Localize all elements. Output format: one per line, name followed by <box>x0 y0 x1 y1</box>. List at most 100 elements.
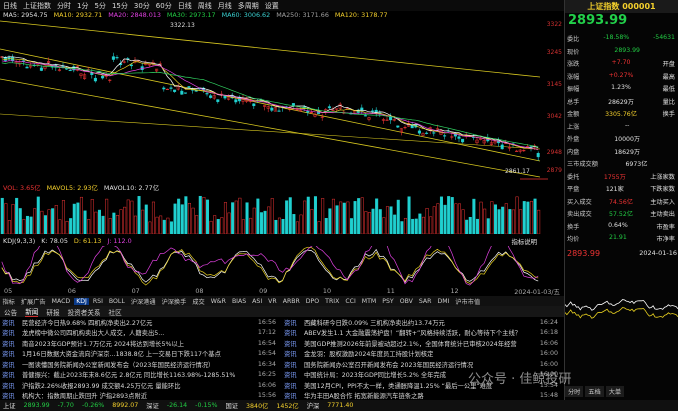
price-tick: 3145 <box>546 81 562 88</box>
quote-tab[interactable]: 分时 <box>565 385 584 397</box>
news-row[interactable]: 资讯 沪指跌2.26%收报2893.99 成交额4.25万亿元 量能环比 16:06 <box>0 380 280 391</box>
indicator-tab[interactable]: PSY <box>380 298 396 305</box>
toolbar-item[interactable]: 日线 <box>178 1 192 11</box>
indicator-tab[interactable]: 沪深换手 <box>159 297 189 306</box>
news-title[interactable]: 华为丰田A股合作 拓宽新能源汽车链条之路 <box>304 391 536 400</box>
indicator-tab[interactable]: 扩展广告 <box>18 297 48 306</box>
volume-bar <box>364 211 368 234</box>
news-title[interactable]: 西藏科研今日跌0.09% 三机构净卖出约13.74万元 <box>304 318 536 327</box>
quote-tab[interactable]: 五档 <box>585 385 604 397</box>
news-title[interactable]: 龙虎榜中微公司四机构卖出大人成交，人籍卖出5... <box>22 328 254 337</box>
indicator-tab[interactable]: ASI <box>250 298 265 305</box>
toolbar-item[interactable]: 多周期 <box>238 1 259 11</box>
toolbar-item[interactable]: 1分 <box>77 1 88 11</box>
indicator-tab[interactable]: W&R <box>208 298 228 305</box>
news-row[interactable]: 资讯 民营经济今日热9.68% 四机构净卖出2.27亿元 16:56 <box>0 317 280 328</box>
volume-bar <box>4 203 8 234</box>
volume-bar <box>54 205 58 234</box>
indicator-tab[interactable]: 成交 <box>190 297 207 306</box>
candle-body <box>169 87 173 89</box>
status-item: 2893.99 <box>23 402 50 409</box>
toolbar-item[interactable]: 月线 <box>218 1 232 11</box>
news-title[interactable]: 沪指跌2.26%收报2893.99 成交额4.25万亿元 量能环比 <box>22 381 254 390</box>
news-title[interactable]: 1月16日数据大资金流向沪深京...1838.8亿 上一交易日下跌117个基点 <box>22 349 254 358</box>
indicator-tab[interactable]: DPO <box>303 298 321 305</box>
indicator-tab[interactable]: 沪市市值 <box>453 297 483 306</box>
news-row[interactable]: 资讯 金龙羽：股权激励2024年度员工持股计划核定 16:00 <box>282 349 562 360</box>
indicator-tab[interactable]: 指标 <box>0 297 17 306</box>
news-title[interactable]: 一图读懂国务院新闻办公室新闻发布会（2023年国民经济运行情况） <box>22 360 254 369</box>
news-source: 资讯 <box>2 351 15 359</box>
news-time: 15:56 <box>257 392 276 400</box>
indicator-tab[interactable]: ARBR <box>280 298 302 305</box>
toolbar-item[interactable]: 分时 <box>57 1 71 11</box>
candlestick-chart[interactable]: 3322.13 2861.17 <box>0 19 564 184</box>
toolbar-item[interactable]: 60分 <box>156 1 172 11</box>
news-tab[interactable]: 新闻 <box>25 306 39 317</box>
indicator-tab[interactable]: VR <box>266 298 280 305</box>
indicator-tab[interactable]: BIAS <box>229 298 248 305</box>
indicator-tab[interactable]: TRIX <box>323 298 342 305</box>
volume-bar <box>292 214 296 234</box>
news-title[interactable]: 美国GDP推测2026年前景被动超过2.1%，全国体育统计已审核2024年经营 <box>304 339 536 348</box>
channel-line <box>0 48 541 162</box>
news-row[interactable]: 资讯 ABEV发生1.1 大金融震荡护盘！“翻转+”风格持续活跃，耐心等待下个主线… <box>282 328 562 339</box>
volume-bar <box>166 217 170 234</box>
news-title[interactable]: 南音2023年GDP预计1.7万亿元 2024将达到增长5%以上 <box>22 339 254 348</box>
indicator-tab[interactable]: MACD <box>49 298 73 305</box>
volume-bar <box>133 215 137 234</box>
news-tab[interactable]: 公告 <box>4 307 17 317</box>
volume-bar <box>7 220 11 234</box>
indicator-tab[interactable]: BOLL <box>106 298 127 305</box>
indicator-tab[interactable]: RSI <box>90 298 105 305</box>
news-row[interactable]: 资讯 1月16日数据大资金流向沪深京...1838.8亿 上一交易日下跌117个基… <box>0 349 280 360</box>
quote-value: 121家 <box>605 186 624 193</box>
news-tab[interactable]: 社区 <box>109 307 122 317</box>
news-row[interactable]: 资讯 龙虎榜中微公司四机构卖出大人成交，人籍卖出5... 17:12 <box>0 328 280 339</box>
news-title[interactable]: ABEV发生1.1 大金融震荡护盘！“翻转+”风格持续活跃，耐心等待下个主线？ <box>304 328 536 337</box>
news-row[interactable]: 资讯 美国GDP推测2026年前景被动超过2.1%，全国体育统计已审核2024年经… <box>282 338 562 349</box>
indicator-tab[interactable]: 沪深港通 <box>128 297 158 306</box>
intraday-chart[interactable] <box>565 262 678 372</box>
indicator-tab[interactable]: MTM <box>359 298 378 305</box>
toolbar-item[interactable]: 15分 <box>112 1 128 11</box>
candle-body <box>252 103 256 107</box>
news-row[interactable]: 资讯 西藏科研今日跌0.09% 三机构净卖出约13.74万元 16:24 <box>282 317 562 328</box>
news-title[interactable]: 普健振兴：截止2023年末8.6亿元 2.8亿元 同比增长1163.98%-12… <box>22 370 254 379</box>
news-title[interactable]: 金龙羽：股权激励2024年度员工持股计划核定 <box>304 349 536 358</box>
candle-body <box>183 92 187 94</box>
quote-tab[interactable]: 大单 <box>605 385 625 397</box>
news-title[interactable]: 机构大：指数周期止跌回升 沪指2893点附近 <box>22 391 254 400</box>
news-tab[interactable]: 研报 <box>46 307 59 317</box>
toolbar-item[interactable]: 设置 <box>265 1 279 11</box>
price-tick: 3042 <box>546 113 562 120</box>
indicator-tab[interactable]: OBV <box>397 298 415 305</box>
toolbar-item[interactable]: 30分 <box>134 1 150 11</box>
news-title[interactable]: 民营经济今日热9.68% 四机构净卖出2.27亿元 <box>22 318 254 327</box>
toolbar-item[interactable]: 上证指数 <box>23 1 51 11</box>
toolbar-item[interactable]: 5分 <box>94 1 105 11</box>
volume-bar <box>357 198 361 234</box>
volume-bar <box>432 206 436 234</box>
news-row[interactable]: 资讯 普健振兴：截止2023年末8.6亿元 2.8亿元 同比增长1163.98%-… <box>0 370 280 381</box>
news-list-right: 资讯 西藏科研今日跌0.09% 三机构净卖出约13.74万元 16:24 资讯 ABEV… <box>282 317 562 401</box>
quote-panel: 上证指数 000001 2893.99 委比 -18.58% -54631 现价 289… <box>564 0 678 400</box>
news-tab[interactable]: 投资者关系 <box>68 307 101 317</box>
news-row[interactable]: 资讯 一图读懂国务院新闻办公室新闻发布会（2023年国民经济运行情况） 16:34 <box>0 359 280 370</box>
quote-price: 2893.99 <box>568 13 628 28</box>
kdj-note-link[interactable]: 指标说明 <box>511 237 537 246</box>
toolbar-item[interactable]: 日线 <box>3 1 17 11</box>
indicator-tab[interactable]: SAR <box>416 298 434 305</box>
kdj-chart[interactable] <box>0 246 564 287</box>
quote-label-right: 开盘 <box>662 61 675 68</box>
toolbar-item[interactable]: 周线 <box>198 1 212 11</box>
volume-bar <box>155 216 159 234</box>
volume-bar <box>335 205 339 234</box>
volume-chart[interactable] <box>0 192 564 234</box>
news-source: 资讯 <box>284 319 297 327</box>
indicator-tab[interactable]: CCI <box>343 298 358 305</box>
indicator-tab[interactable]: KDJ <box>73 297 90 305</box>
indicator-tab[interactable]: DMI <box>435 298 452 305</box>
news-row[interactable]: 资讯 南音2023年GDP预计1.7万亿元 2024将达到增长5%以上 16:54 <box>0 338 280 349</box>
status-item: 7771.40 <box>327 402 354 409</box>
